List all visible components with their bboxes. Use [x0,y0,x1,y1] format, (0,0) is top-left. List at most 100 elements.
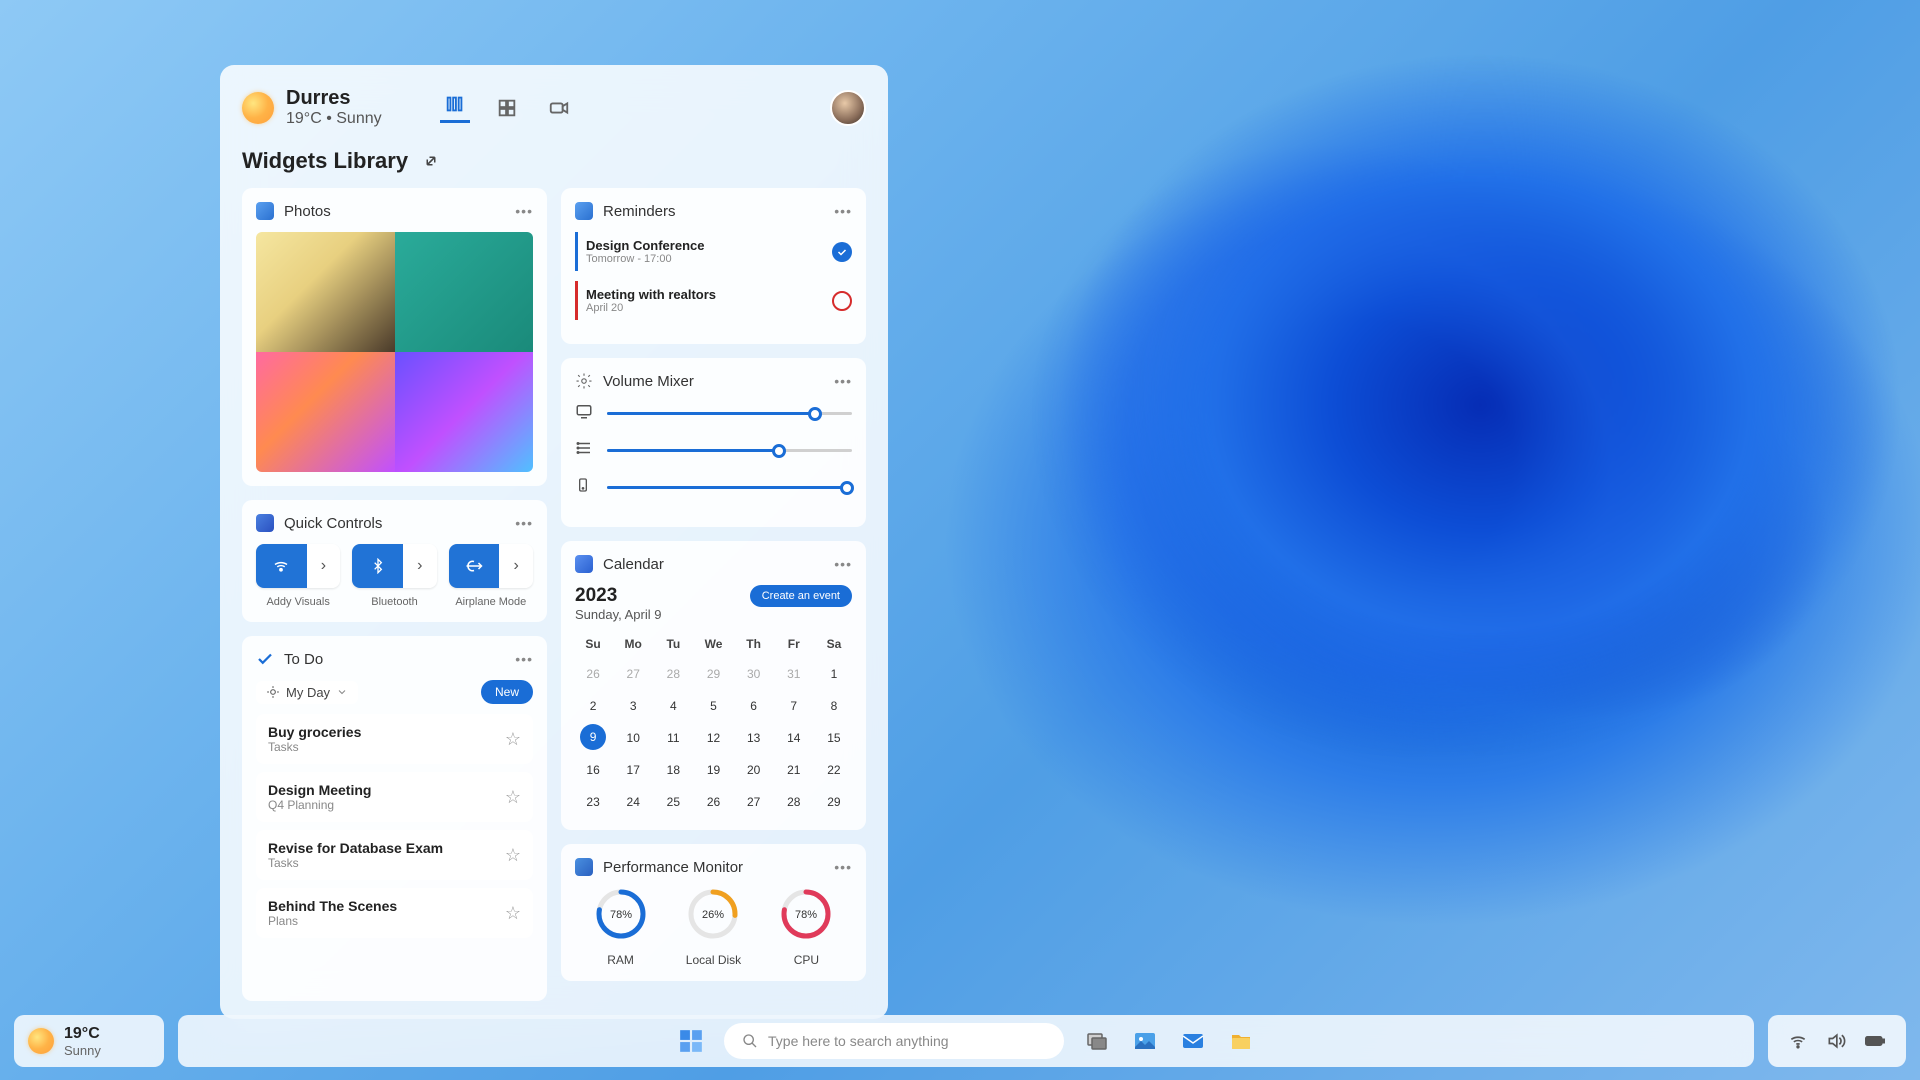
calendar-day[interactable]: 6 [736,692,772,720]
calendar-day[interactable]: 21 [776,756,812,784]
todo-new-button[interactable]: New [481,680,533,704]
volume-menu[interactable]: ••• [834,373,852,389]
calendar-day[interactable]: 29 [695,660,731,688]
todo-item[interactable]: Buy groceriesTasks ☆ [256,714,533,764]
mail-app-icon[interactable] [1178,1026,1208,1056]
calendar-day[interactable]: 10 [615,724,651,752]
calendar-day[interactable]: 18 [655,756,691,784]
taskbar: 19°C Sunny Type here to search anything [0,1012,1920,1080]
calendar-day[interactable]: 19 [695,756,731,784]
weather-summary[interactable]: Durres 19°C • Sunny [242,87,382,128]
calendar-day[interactable]: 22 [816,756,852,784]
calendar-day[interactable]: 28 [776,788,812,816]
calendar-day[interactable]: 30 [736,660,772,688]
reminder-item[interactable]: Design ConferenceTomorrow - 17:00 [575,232,852,271]
quick-control-expand[interactable]: › [307,544,341,588]
photos-app-icon[interactable] [1130,1026,1160,1056]
perf-item: 78% CPU [780,888,832,967]
star-icon[interactable]: ☆ [505,903,521,924]
star-icon[interactable]: ☆ [505,845,521,866]
chevron-down-icon [336,686,348,698]
quick-controls-menu[interactable]: ••• [515,515,533,531]
calendar-day[interactable]: 16 [575,756,611,784]
task-view-icon[interactable] [1082,1026,1112,1056]
volume-slider[interactable] [575,402,852,425]
perf-label: CPU [780,953,832,967]
quick-control-toggle[interactable] [449,544,500,588]
calendar-day[interactable]: 8 [816,692,852,720]
calendar-day[interactable]: 20 [736,756,772,784]
quick-control-expand[interactable]: › [403,544,437,588]
quick-controls-icon [256,514,274,532]
expand-icon[interactable] [422,152,440,170]
calendar-day[interactable]: 24 [615,788,651,816]
calendar-day[interactable]: 27 [736,788,772,816]
library-title: Widgets Library [242,148,408,174]
calendar-menu[interactable]: ••• [834,556,852,572]
star-icon[interactable]: ☆ [505,787,521,808]
performance-menu[interactable]: ••• [834,859,852,875]
perf-item: 26% Local Disk [686,888,741,967]
todo-menu[interactable]: ••• [515,651,533,667]
calendar-day[interactable]: 23 [575,788,611,816]
sun-outline-icon [266,685,280,699]
photos-title: Photos [284,203,505,220]
quick-controls-widget: Quick Controls ••• › Addy Visuals › Blue… [242,500,547,622]
wifi-icon[interactable] [1788,1031,1808,1051]
create-event-button[interactable]: Create an event [750,585,852,607]
reminders-menu[interactable]: ••• [834,203,852,219]
calendar-day[interactable]: 9 [580,724,606,750]
settings-icon [575,372,593,390]
calendar-day[interactable]: 2 [575,692,611,720]
sun-icon [28,1028,54,1054]
volume-slider[interactable] [575,476,852,499]
calendar-day[interactable]: 27 [615,660,651,688]
todo-item[interactable]: Design MeetingQ4 Planning ☆ [256,772,533,822]
battery-icon[interactable] [1864,1031,1886,1051]
quick-control-toggle[interactable] [256,544,307,588]
volume-icon[interactable] [1826,1031,1846,1051]
calendar-day[interactable]: 11 [655,724,691,752]
tab-video-icon[interactable] [544,93,574,123]
user-avatar[interactable] [830,90,866,126]
calendar-dow: Su [575,632,611,656]
calendar-day[interactable]: 4 [655,692,691,720]
tab-apps-icon[interactable] [492,93,522,123]
calendar-day[interactable]: 13 [736,724,772,752]
calendar-year: 2023 [575,585,661,607]
calendar-day[interactable]: 31 [776,660,812,688]
photos-grid[interactable] [256,232,533,472]
todo-myday-dropdown[interactable]: My Day [256,681,358,704]
tab-library-icon[interactable] [440,93,470,123]
volume-slider[interactable] [575,439,852,462]
calendar-day[interactable]: 25 [655,788,691,816]
taskbar-weather[interactable]: 19°C Sunny [14,1015,164,1067]
calendar-day[interactable]: 3 [615,692,651,720]
reminder-item[interactable]: Meeting with realtorsApril 20 [575,281,852,320]
sun-icon [242,92,274,124]
desktop-wallpaper [820,0,1920,900]
start-button[interactable] [676,1026,706,1056]
calendar-day[interactable]: 26 [575,660,611,688]
calendar-dow: Mo [615,632,651,656]
explorer-app-icon[interactable] [1226,1026,1256,1056]
calendar-day[interactable]: 5 [695,692,731,720]
calendar-day[interactable]: 29 [816,788,852,816]
calendar-day[interactable]: 15 [816,724,852,752]
quick-control-expand[interactable]: › [499,544,533,588]
todo-item[interactable]: Revise for Database ExamTasks ☆ [256,830,533,880]
calendar-day[interactable]: 17 [615,756,651,784]
svg-text:26%: 26% [702,909,724,921]
calendar-day[interactable]: 1 [816,660,852,688]
calendar-day[interactable]: 26 [695,788,731,816]
calendar-day[interactable]: 28 [655,660,691,688]
star-icon[interactable]: ☆ [505,729,521,750]
calendar-day[interactable]: 12 [695,724,731,752]
quick-control-toggle[interactable] [352,544,403,588]
calendar-day[interactable]: 14 [776,724,812,752]
todo-item[interactable]: Behind The ScenesPlans ☆ [256,888,533,938]
photos-menu[interactable]: ••• [515,203,533,219]
calendar-day[interactable]: 7 [776,692,812,720]
taskbar-tray [1768,1015,1906,1067]
taskbar-search[interactable]: Type here to search anything [724,1023,1064,1059]
